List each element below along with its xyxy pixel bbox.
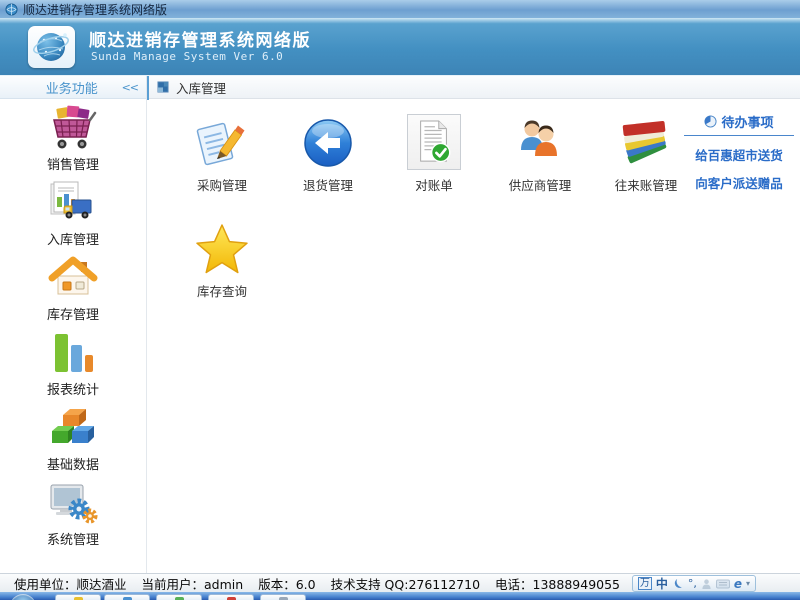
tab-warehouse-management[interactable]: 入库管理 [176,78,226,97]
module-inventory-query[interactable]: 库存查询 [169,218,275,324]
window-title: 顺达进销存管理系统网络版 [23,1,167,18]
sidebar-header: 业务功能 << [0,76,146,99]
sidebar-title: 业务功能 [8,78,122,97]
app-subtitle: Sunda Manage System Ver 6.0 [91,50,283,63]
cart-icon [48,105,98,151]
sidebar-item-reports[interactable]: 报表统计 [0,328,146,403]
module-grid: 采购管理 退货管理 [169,112,703,324]
icon-slot [407,112,461,170]
app-header-banner: 顺达进销存管理系统网络版 Sunda Manage System Ver 6.0 [0,18,800,76]
module-label: 对账单 [415,175,453,194]
module-statement[interactable]: 对账单 [381,112,487,218]
main-content: 采购管理 退货管理 [149,100,800,573]
bar-chart-icon [48,330,98,376]
todo-header: 待办事项 [684,112,794,136]
status-support-qq: 技术支持 QQ:276112710 [331,574,480,593]
sidebar-item-label: 系统管理 [47,529,99,548]
ime-lang-mode[interactable]: 中 [656,575,668,592]
todo-clock-icon [704,115,717,128]
todo-item[interactable]: 向客户派送赠品 [684,173,794,192]
module-label: 库存查询 [197,281,247,300]
ime-tools-icon[interactable]: e [734,577,742,591]
sidebar-item-sales[interactable]: 销售管理 [0,103,146,178]
status-version: 版本：6.0 [258,574,315,593]
globe-network-icon [32,28,72,66]
accounts-books-icon [619,116,673,170]
module-suppliers[interactable]: 供应商管理 [487,112,593,218]
return-arrow-icon [301,116,355,170]
module-label: 往来账管理 [615,175,678,194]
status-phone: 电话：13888949055 [495,574,620,593]
ime-logo[interactable]: 万 [638,577,652,590]
ime-language-bar[interactable]: 万 中 °, e ▾ [632,575,756,592]
taskbar-button[interactable] [156,594,202,600]
statement-check-icon [413,117,455,167]
documents-truck-icon [48,180,98,226]
tab-icon [157,81,169,93]
ime-punctuation[interactable]: °, [688,577,697,590]
ime-fullwidth-moon-icon[interactable] [672,578,684,590]
window-titlebar: 顺达进销存管理系统网络版 [0,0,800,18]
start-button[interactable] [10,594,36,600]
sidebar-separator [147,76,149,100]
module-returns[interactable]: 退货管理 [275,112,381,218]
sidebar-item-basedata[interactable]: 基础数据 [0,403,146,478]
module-purchase[interactable]: 采购管理 [169,112,275,218]
icon-slot [195,218,249,276]
sidebar-item-label: 销售管理 [47,154,99,173]
sidebar-collapse-button[interactable]: << [122,81,138,94]
tab-bar: 入库管理 [149,76,800,99]
sidebar-item-label: 基础数据 [47,454,99,473]
icon-slot [195,112,249,170]
ime-user-icon[interactable] [701,578,712,590]
module-label: 供应商管理 [509,175,572,194]
sidebar-menu: 销售管理 入库管理 [0,99,146,553]
sidebar-item-label: 报表统计 [47,379,99,398]
status-company: 使用单位：顺达酒业 [14,574,127,593]
sidebar-item-label: 入库管理 [47,229,99,248]
icon-slot [301,112,355,170]
windows-taskbar[interactable] [0,592,800,600]
todo-item[interactable]: 给百惠超市送货 [684,145,794,164]
ime-dropdown-icon[interactable]: ▾ [746,579,750,588]
icon-slot [619,112,673,170]
taskbar-button[interactable] [104,594,150,600]
taskbar-button[interactable] [208,594,254,600]
sidebar-item-label: 库存管理 [47,304,99,323]
todo-panel: 待办事项 给百惠超市送货 向客户派送赠品 [684,112,794,192]
system-gear-icon [48,480,98,526]
suppliers-people-icon [513,116,567,170]
app-logo [28,26,75,68]
sidebar-item-system[interactable]: 系统管理 [0,478,146,553]
blocks-icon [48,405,98,451]
app-title: 顺达进销存管理系统网络版 [89,26,311,51]
house-icon [48,255,98,301]
inventory-star-icon [195,222,249,276]
statement-icon-frame [407,114,461,170]
todo-title: 待办事项 [721,112,773,131]
module-label: 采购管理 [197,175,247,194]
sidebar: 业务功能 << 销售管理 [0,76,147,573]
sidebar-item-inventory[interactable]: 库存管理 [0,253,146,328]
status-current-user: 当前用户：admin [142,574,244,593]
purchase-doc-pencil-icon [195,116,249,170]
sidebar-item-inbound[interactable]: 入库管理 [0,178,146,253]
ime-keyboard-icon[interactable] [716,579,730,589]
app-window-icon [5,3,18,16]
module-label: 退货管理 [303,175,353,194]
icon-slot [513,112,567,170]
taskbar-button[interactable] [260,594,306,600]
taskbar-button[interactable] [55,594,101,600]
